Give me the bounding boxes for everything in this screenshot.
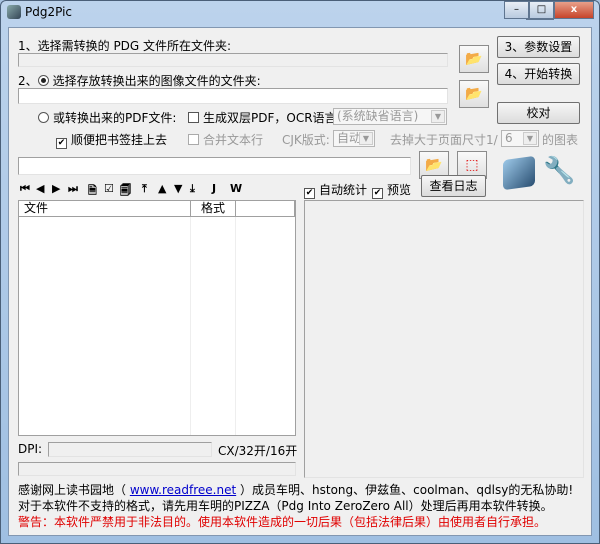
chevron-down-icon: ▼: [431, 110, 445, 123]
preview-label: 预览: [387, 183, 412, 197]
first-icon[interactable]: ⏮: [20, 182, 30, 196]
maximize-button[interactable]: □: [529, 1, 554, 19]
remove-suffix: 的图表: [542, 133, 579, 147]
column-header-format[interactable]: 格式: [191, 201, 236, 217]
format-note: 对于本软件不支持的格式，请先用车明的PIZZA（Pdg Into ZeroZer…: [18, 499, 553, 513]
bookmark-label: 顺便把书签挂上去: [71, 133, 168, 147]
image-folder-radio[interactable]: [37, 75, 49, 86]
dual-layer-checkbox[interactable]: [188, 112, 199, 123]
close-button[interactable]: x: [554, 1, 594, 19]
step1-label: 1、选择需转换的 PDG 文件所在文件夹:: [18, 39, 232, 53]
remove-label: 去掉大于页面尺寸1/: [390, 133, 498, 147]
folder-open-icon: 📂: [465, 51, 483, 67]
pdf-radio[interactable]: [38, 112, 49, 123]
browse-image-folder-button[interactable]: 📂: [459, 80, 489, 108]
tools-icon[interactable]: 🔧: [543, 156, 575, 186]
up-icon[interactable]: ▲: [158, 182, 166, 195]
check-icon[interactable]: ☑: [104, 182, 114, 195]
remove-ratio-select[interactable]: 6 ▼: [501, 130, 539, 147]
auto-stats-checkbox[interactable]: ✔: [304, 188, 315, 199]
top-icon[interactable]: ⤒: [142, 182, 147, 196]
folder-open-icon: 📂: [465, 86, 483, 102]
format-label: CX/32开/16开: [218, 444, 298, 458]
image-folder-input[interactable]: [18, 88, 448, 104]
pdg-folder-input[interactable]: [18, 53, 448, 67]
doc-icon[interactable]: 🗎: [88, 182, 97, 201]
ocr-language-select[interactable]: (系统缺省语言) ▼: [333, 108, 447, 125]
dpi-field: [48, 442, 212, 457]
readfree-link[interactable]: www.readfree.net: [130, 483, 236, 497]
pdf-radio-label: 或转换出来的PDF文件:: [53, 111, 177, 125]
thanks-suffix: ）成员车明、hstong、伊兹鱼、coolman、qdlsy的无私协助!: [236, 483, 574, 497]
chevron-down-icon: ▼: [523, 132, 537, 145]
minimize-button[interactable]: –: [504, 1, 529, 19]
preview-panel: [304, 200, 584, 478]
bottom-icon[interactable]: ⤓: [190, 182, 195, 196]
pdf-path-input[interactable]: [18, 157, 411, 175]
warning-text: 警告：本软件严禁用于非法目的。使用本软件造成的一切后果（包括法律后果）由使用者自…: [18, 515, 547, 529]
preview-checkbox[interactable]: ✔: [372, 188, 383, 199]
folder-open-icon: 📂: [425, 157, 443, 173]
cjk-select[interactable]: 自动 ▼: [333, 130, 375, 147]
dual-layer-label: 生成双层PDF，OCR语言:: [203, 111, 341, 125]
proofread-button[interactable]: 校对: [497, 102, 580, 124]
browse-pdg-folder-button[interactable]: 📂: [459, 45, 489, 73]
down-icon[interactable]: ▼: [174, 182, 182, 195]
copy-icon[interactable]: 🗐: [120, 182, 131, 201]
pdf-icon: ⬚: [465, 157, 479, 173]
prev-icon[interactable]: ◀: [36, 182, 44, 195]
merge-lines-label: 合并文本行: [203, 133, 264, 147]
start-button[interactable]: 4、开始转换: [497, 63, 580, 85]
step2-label: 2、: [18, 74, 38, 88]
next-icon[interactable]: ▶: [52, 182, 60, 195]
image-folder-radio-label: 选择存放转换出来的图像文件的文件夹:: [52, 74, 261, 88]
w-icon[interactable]: W: [230, 182, 242, 195]
column-header-file[interactable]: 文件: [19, 201, 191, 217]
j-icon[interactable]: J: [212, 182, 216, 195]
file-list[interactable]: 文件 格式: [18, 200, 296, 436]
bookmark-checkbox[interactable]: ✔: [56, 138, 67, 149]
column-header-extra[interactable]: [236, 201, 295, 217]
dpi-label: DPI:: [18, 442, 43, 456]
merge-lines-checkbox[interactable]: [188, 134, 199, 145]
progress-bar: [18, 462, 296, 476]
window-title: Pdg2Pic: [25, 5, 73, 19]
last-icon[interactable]: ⏭: [68, 182, 78, 196]
chevron-down-icon: ▼: [359, 132, 373, 145]
cjk-label: CJK版式:: [282, 133, 330, 147]
view-log-button[interactable]: 查看日志: [421, 175, 486, 197]
thanks-prefix: 感谢网上读书园地（: [18, 483, 130, 497]
settings-button[interactable]: 3、参数设置: [497, 36, 580, 58]
app-icon: [7, 5, 21, 19]
package-icon[interactable]: [503, 155, 535, 191]
auto-stats-label: 自动统计: [319, 183, 368, 197]
